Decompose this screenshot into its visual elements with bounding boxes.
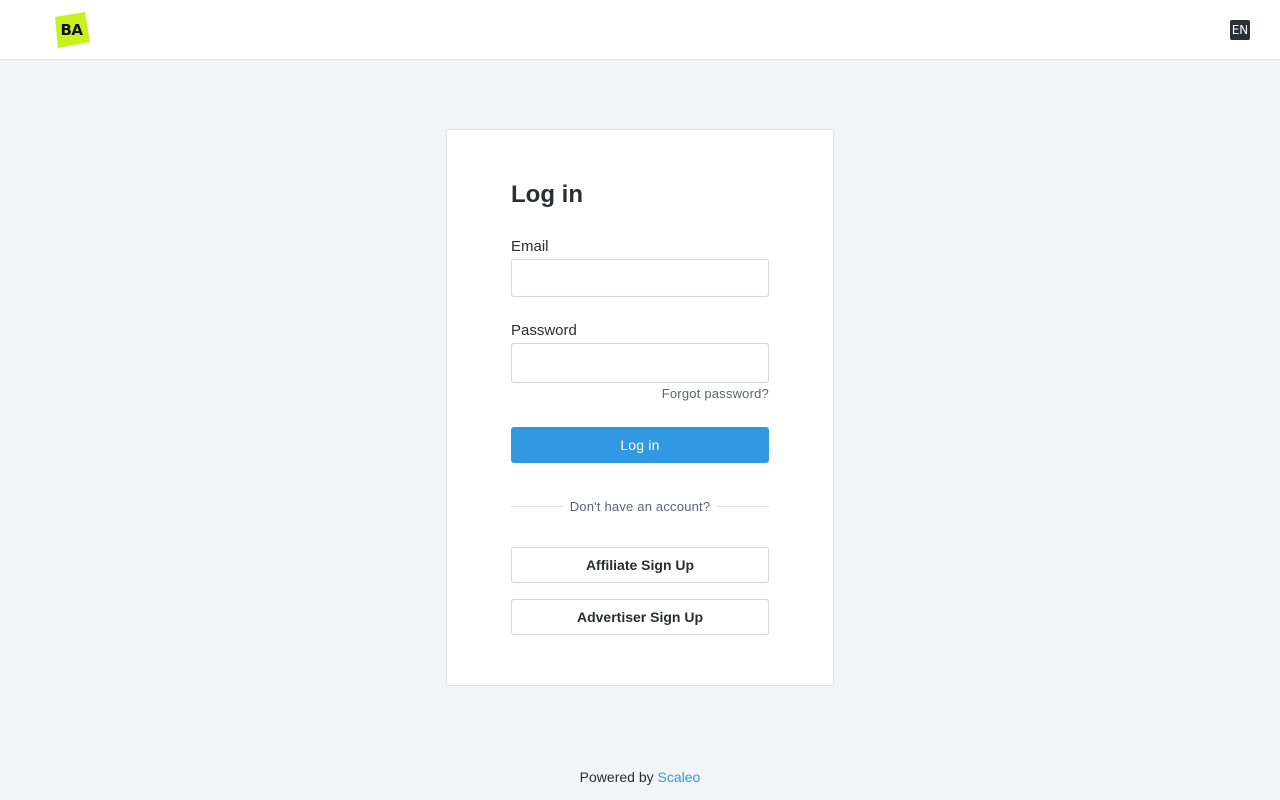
top-bar: BA EN xyxy=(0,0,1280,60)
affiliate-signup-button[interactable]: Affiliate Sign Up xyxy=(511,547,769,583)
divider-line-right xyxy=(718,505,769,507)
footer: Powered by Scaleo xyxy=(0,769,1280,785)
page-title: Log in xyxy=(511,181,583,208)
email-label: Email xyxy=(511,238,549,255)
divider-line-left xyxy=(511,505,562,507)
password-label: Password xyxy=(511,322,577,339)
login-button[interactable]: Log in xyxy=(511,427,769,463)
advertiser-signup-button[interactable]: Advertiser Sign Up xyxy=(511,599,769,635)
scaleo-link[interactable]: Scaleo xyxy=(658,769,701,785)
password-field[interactable] xyxy=(511,343,769,383)
brand-logo[interactable]: BA xyxy=(52,12,91,48)
powered-by-text: Powered by xyxy=(579,769,658,785)
email-field[interactable] xyxy=(511,259,769,297)
forgot-password-link[interactable]: Forgot password? xyxy=(662,386,769,401)
signup-divider: Don't have an account? xyxy=(511,496,769,516)
login-card: Log in Email Password Forgot password? L… xyxy=(446,129,834,686)
language-selector[interactable]: EN xyxy=(1230,20,1250,40)
divider-text: Don't have an account? xyxy=(569,498,711,514)
logo-text: BA xyxy=(60,21,83,39)
